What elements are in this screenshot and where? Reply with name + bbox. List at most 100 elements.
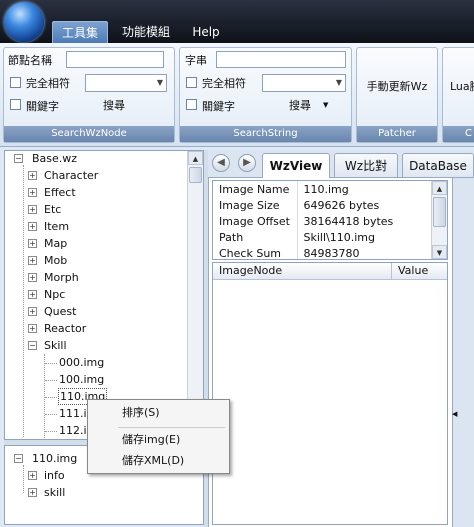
collapse-icon[interactable]: − xyxy=(28,341,37,350)
image-node-grid[interactable] xyxy=(212,262,448,525)
tree-line xyxy=(45,414,57,415)
info-value[interactable]: 84983780 xyxy=(297,245,433,260)
expand-icon[interactable]: + xyxy=(28,324,37,333)
info-value[interactable]: 649626 bytes xyxy=(297,197,433,213)
tab-help[interactable]: Help xyxy=(186,21,226,43)
tree-line xyxy=(23,465,24,493)
search-node-button[interactable]: 搜尋 xyxy=(103,97,125,113)
info-value[interactable]: 38164418 bytes xyxy=(297,213,433,229)
string-type-combo[interactable]: ▼ xyxy=(262,74,346,92)
group-lua: C xyxy=(442,47,474,143)
expand-icon[interactable]: + xyxy=(28,307,37,316)
menu-separator xyxy=(118,427,225,428)
tree-item-map[interactable]: Map xyxy=(44,235,67,252)
tree-item-skill[interactable]: Skill xyxy=(44,337,67,354)
node-name-label: 節點名稱 xyxy=(8,54,52,67)
tree-root[interactable]: Base.wz xyxy=(32,150,77,167)
tree-item-item[interactable]: Item xyxy=(44,218,69,235)
expand-icon[interactable]: + xyxy=(28,256,37,265)
info-scrollbar[interactable]: ▲ ▼ xyxy=(431,181,447,259)
grid-column-divider[interactable] xyxy=(391,263,392,280)
info-row: Check Sum 84983780 xyxy=(213,245,433,260)
string-exact-match-checkbox[interactable] xyxy=(186,77,197,88)
subtree-root[interactable]: 110.img xyxy=(32,450,77,467)
tree-item-effect[interactable]: Effect xyxy=(44,184,76,201)
scroll-up-icon[interactable]: ▲ xyxy=(432,181,447,195)
tree-item-npc[interactable]: Npc xyxy=(44,286,65,303)
scroll-thumb[interactable] xyxy=(433,197,446,227)
tree-item-000-img[interactable]: 000.img xyxy=(59,354,104,371)
string-input[interactable] xyxy=(216,51,346,68)
exact-match-label: 完全相符 xyxy=(26,77,70,90)
tab-tools[interactable]: 工具集 xyxy=(52,21,108,43)
tree-item-character[interactable]: Character xyxy=(44,167,98,184)
chevron-down-icon[interactable]: ▼ xyxy=(323,101,328,109)
keyword-label: 關鍵字 xyxy=(26,100,59,113)
menu-item-sort[interactable]: 排序(S) xyxy=(88,403,229,423)
collapse-arrow-icon[interactable]: ◀ xyxy=(452,410,457,418)
expand-icon[interactable]: + xyxy=(28,273,37,282)
string-keyword-label: 關鍵字 xyxy=(202,100,235,113)
info-value[interactable]: 110.img xyxy=(297,181,433,197)
expand-icon[interactable]: + xyxy=(28,205,37,214)
scroll-up-icon[interactable]: ▲ xyxy=(188,151,203,165)
string-exact-match-label: 完全相符 xyxy=(202,77,246,90)
right-side-panel xyxy=(452,178,474,527)
tree-item-100-img[interactable]: 100.img xyxy=(59,371,104,388)
node-type-combo[interactable]: ▼ xyxy=(85,74,167,92)
scroll-down-icon[interactable]: ▼ xyxy=(432,245,447,259)
tab-database[interactable]: DataBase xyxy=(402,153,474,177)
expand-icon[interactable]: + xyxy=(28,188,37,197)
scroll-thumb[interactable] xyxy=(189,167,202,183)
lua-script-button[interactable]: Lua腳 xyxy=(450,78,474,94)
expand-icon[interactable]: + xyxy=(28,488,37,497)
menu-item-save-xml[interactable]: 儲存XML(D) xyxy=(88,451,229,471)
subtree-item-skill[interactable]: skill xyxy=(44,484,65,501)
tree-scrollbar[interactable]: ▲ xyxy=(187,151,203,439)
tab-wz-compare[interactable]: Wz比對 xyxy=(334,153,398,177)
tree-item-mob[interactable]: Mob xyxy=(44,252,67,269)
grid-column-value[interactable]: Value xyxy=(398,264,428,277)
tree-line xyxy=(45,397,57,398)
manual-update-wz-button[interactable]: 手動更新Wz xyxy=(358,78,436,94)
tree-item-etc[interactable]: Etc xyxy=(44,201,61,218)
string-keyword-checkbox[interactable] xyxy=(186,99,197,110)
expand-icon[interactable]: + xyxy=(28,471,37,480)
tree-item-morph[interactable]: Morph xyxy=(44,269,79,286)
info-key: Image Offset xyxy=(213,213,298,229)
search-string-button[interactable]: 搜尋 xyxy=(289,97,311,113)
info-row: Image Offset 38164418 bytes xyxy=(213,213,433,229)
exact-match-checkbox[interactable] xyxy=(10,77,21,88)
collapse-icon[interactable]: − xyxy=(14,454,23,463)
group-caption: SearchWzNode xyxy=(4,126,174,142)
expand-icon[interactable]: + xyxy=(28,171,37,180)
grid-column-imagenode[interactable]: ImageNode xyxy=(219,264,282,277)
info-row: Image Size 649626 bytes xyxy=(213,197,433,213)
info-row: Path Skill\110.img xyxy=(213,229,433,245)
expand-icon[interactable]: + xyxy=(28,222,37,231)
tree-item-quest[interactable]: Quest xyxy=(44,303,76,320)
subtree-item-info[interactable]: info xyxy=(44,467,65,484)
tree-line xyxy=(44,354,45,438)
info-key: Check Sum xyxy=(213,245,298,259)
tab-wzview[interactable]: WzView xyxy=(262,153,330,178)
keyword-checkbox[interactable] xyxy=(10,99,21,110)
group-caption: Patcher xyxy=(357,126,437,142)
expand-icon[interactable]: + xyxy=(28,239,37,248)
tree-line xyxy=(45,363,57,364)
expand-icon[interactable]: + xyxy=(28,290,37,299)
back-arrow-icon[interactable]: ◀ xyxy=(212,154,230,172)
group-caption: SearchString xyxy=(180,126,351,142)
collapse-icon[interactable]: − xyxy=(14,154,23,163)
info-value[interactable]: Skill\110.img xyxy=(297,229,433,245)
node-name-input[interactable] xyxy=(66,51,164,68)
tab-functions[interactable]: 功能模組 xyxy=(114,21,178,43)
tree-line xyxy=(45,380,57,381)
forward-arrow-icon[interactable]: ▶ xyxy=(238,154,256,172)
group-patcher: Patcher xyxy=(356,47,438,143)
tree-item-reactor[interactable]: Reactor xyxy=(44,320,86,337)
app-orb-button[interactable] xyxy=(4,2,44,42)
tree-line xyxy=(23,165,24,437)
info-key: Image Size xyxy=(213,197,298,213)
menu-item-save-img[interactable]: 儲存img(E) xyxy=(88,430,229,450)
